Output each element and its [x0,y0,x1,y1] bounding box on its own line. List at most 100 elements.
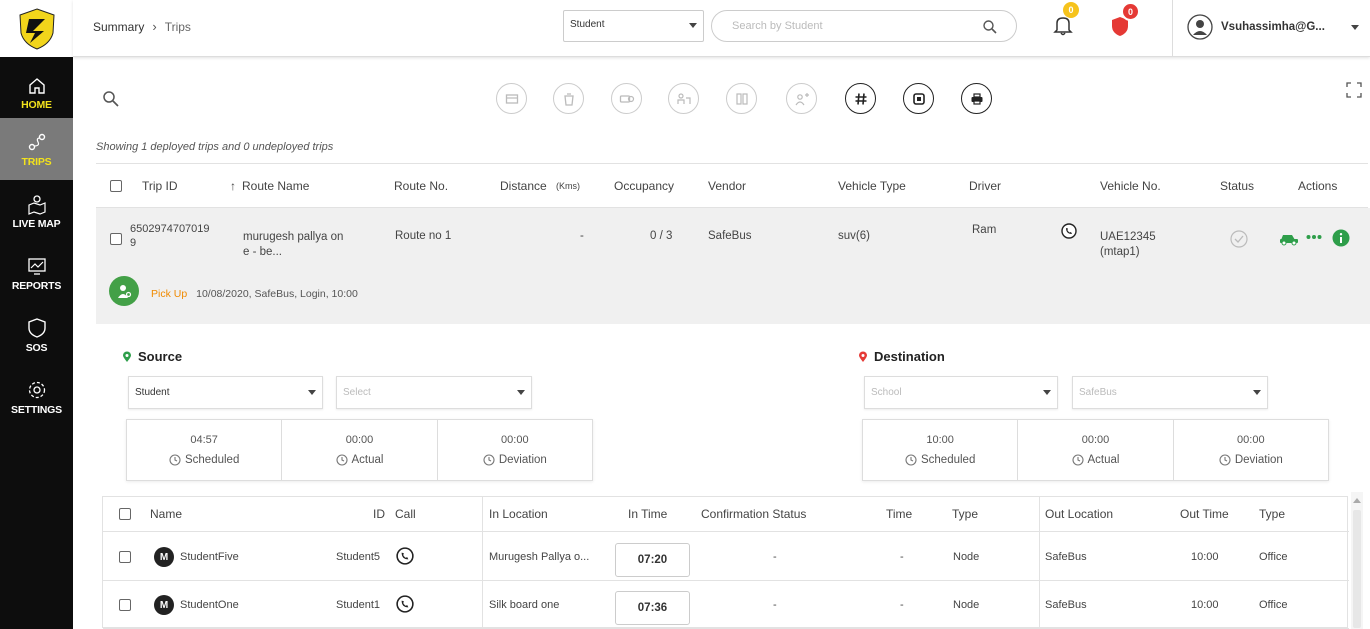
sidebar-item-trips[interactable]: TRIPS [0,118,73,180]
copy-trip-button[interactable] [726,83,757,114]
sidebar-item-sos[interactable]: SOS [0,304,73,366]
students-scrollbar[interactable] [1351,492,1363,629]
table-row[interactable]: M StudentFive Student5 Murugesh Pallya o… [103,533,1349,581]
select-all-checkbox[interactable] [110,180,122,192]
sort-arrow-icon[interactable]: ↑ [230,179,236,193]
in-time-field[interactable]: 07:20 [615,543,690,577]
phone-icon[interactable] [396,547,414,565]
col-confirmation-status[interactable]: Confirmation Status [701,507,806,521]
sidebar-item-settings[interactable]: SETTINGS [0,366,73,428]
col-vehicle-type[interactable]: Vehicle Type [838,179,906,193]
sos-alerts-button[interactable]: 0 [1109,2,1140,41]
col-id[interactable]: ID [373,507,385,521]
col-occupancy[interactable]: Occupancy [614,179,674,193]
sidebar-item-home[interactable]: HOME [0,62,73,124]
col-driver[interactable]: Driver [969,179,1001,193]
row-checkbox[interactable] [119,551,131,563]
select-all-students-checkbox[interactable] [119,508,131,520]
col-out-type[interactable]: Type [1259,507,1285,521]
col-trip-id[interactable]: Trip ID [142,179,178,193]
search-icon[interactable] [982,19,998,35]
col-vendor[interactable]: Vendor [708,179,746,193]
print-button[interactable] [961,83,992,114]
trip-row[interactable]: 6502974707019 9 murugesh pallya on e - b… [96,208,1370,324]
avatar: M [154,595,174,615]
search-placeholder: Search by Student [732,20,823,32]
vehicle-type-value: suv(6) [838,230,870,242]
sidebar-item-live-map[interactable]: LIVE MAP [0,180,73,242]
location-pin-icon [123,351,131,362]
out-location: SafeBus [1045,551,1087,563]
trips-table-header: Trip ID ↑ Route Name Route No. Distance … [96,163,1368,208]
trip-detail: Source Student Select 04:57 Scheduled 00… [96,324,1370,629]
col-time[interactable]: Time [886,507,912,521]
export-icon [912,92,925,105]
row-checkbox[interactable] [110,233,122,245]
phone-icon[interactable] [1061,223,1077,239]
search-icon[interactable] [102,90,120,108]
breadcrumb: Summary › Trips [93,19,191,34]
route-name: murugesh pallya on e - be... [243,230,343,260]
avatar: M [154,547,174,567]
hash-button[interactable] [845,83,876,114]
user-menu[interactable]: Vsuhassimha@G... [1187,14,1359,40]
source-type-value: Student [135,387,170,398]
col-route-name[interactable]: Route Name [242,179,309,193]
source-type-select[interactable]: Student [128,376,323,409]
col-out-location[interactable]: Out Location [1045,507,1113,521]
breadcrumb-summary[interactable]: Summary [93,20,144,34]
scroll-up-icon[interactable] [1353,498,1361,503]
source-scheduled: 04:57 Scheduled [127,420,283,480]
sidebar-item-label: TRIPS [21,155,52,168]
pickup-icon [109,276,139,306]
app-logo[interactable] [0,0,73,57]
delete-trip-button[interactable] [553,83,584,114]
in-time-field[interactable]: 07:36 [615,591,690,625]
add-user-icon [795,92,809,105]
col-vehicle-no[interactable]: Vehicle No. [1100,179,1161,193]
col-distance[interactable]: Distance [500,179,547,193]
pickup-label: Pick Up [151,288,188,300]
expand-icon[interactable] [1346,82,1362,98]
info-icon[interactable] [1332,229,1350,247]
students-table-header: Name ID Call In Location In Time Confirm… [103,497,1349,532]
vehicle-icon [619,94,634,103]
type-value: Node [953,599,980,611]
occupancy-value: 0 / 3 [650,230,673,242]
notification-badge: 0 [1063,2,1079,18]
status-check-icon [1230,230,1248,248]
destination-vendor-select[interactable]: SafeBus [1072,376,1268,409]
col-name[interactable]: Name [150,507,182,521]
filter-select[interactable]: Student [563,10,704,42]
col-distance-unit: (Kms) [556,181,580,191]
col-in-location[interactable]: In Location [489,507,548,521]
edit-trip-button[interactable] [496,83,527,114]
row-checkbox[interactable] [119,599,131,611]
destination-type-select[interactable]: School [864,376,1058,409]
more-icon[interactable] [1306,234,1322,240]
source-location-select[interactable]: Select [336,376,532,409]
phone-icon[interactable] [396,595,414,613]
sidebar-item-reports[interactable]: REPORTS [0,242,73,304]
trips-icon [28,133,45,150]
car-icon[interactable] [1279,230,1299,246]
chevron-down-icon [308,390,316,395]
col-status[interactable]: Status [1220,179,1254,193]
col-out-time[interactable]: Out Time [1180,507,1229,521]
export-button[interactable] [903,83,934,114]
col-route-no[interactable]: Route No. [394,179,448,193]
table-row[interactable]: M StudentOne Student1 Silk board one 07:… [103,581,1349,629]
col-in-time[interactable]: In Time [628,507,667,521]
search-input[interactable]: Search by Student [711,10,1017,42]
assign-driver-button[interactable] [668,83,699,114]
add-employee-button[interactable] [786,83,817,114]
divider [1172,0,1173,57]
filter-select-value: Student [570,19,605,30]
col-type[interactable]: Type [952,507,978,521]
scrollbar-thumb[interactable] [1353,510,1361,628]
assign-vehicle-button[interactable] [611,83,642,114]
notifications-button[interactable]: 0 [1053,2,1079,39]
source-times: 04:57 Scheduled 00:00 Actual 00:00 Devia… [126,419,593,481]
source-scheduled-time: 04:57 [190,434,218,446]
deviation-label: Deviation [1234,454,1283,466]
